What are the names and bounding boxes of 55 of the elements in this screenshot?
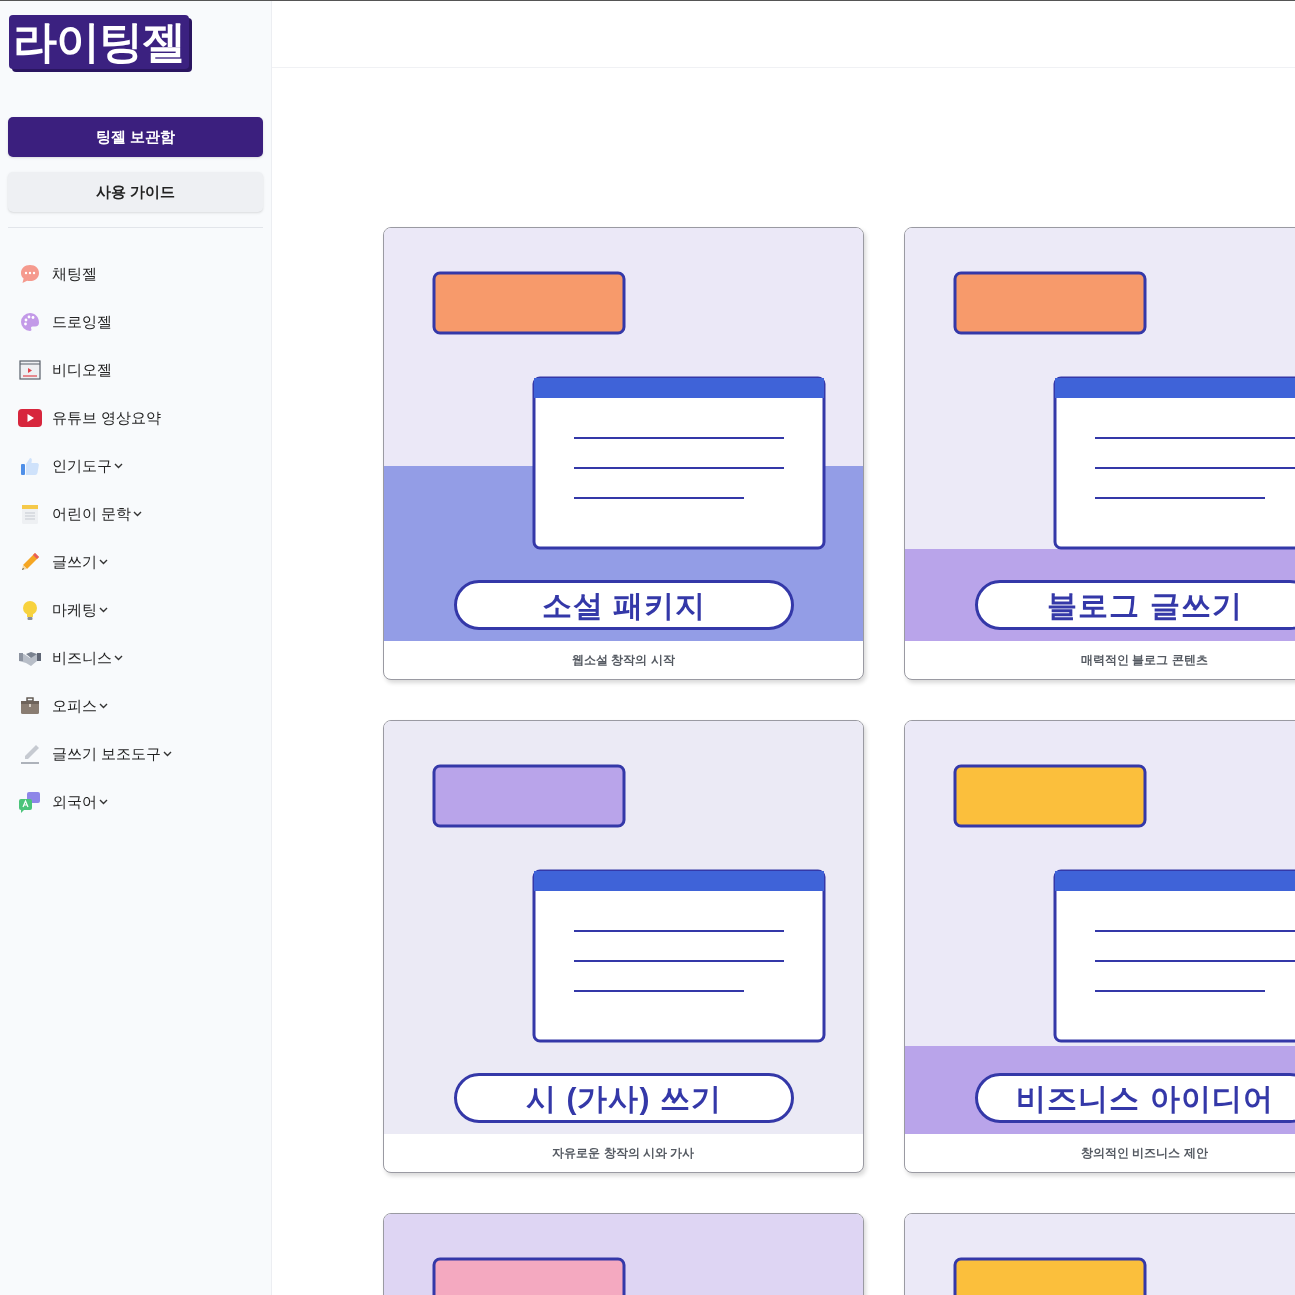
menu-label: 마케팅: [52, 599, 97, 620]
chevron-down-icon: [99, 607, 108, 613]
sidebar-button[interactable]: 사용 가이드: [8, 172, 263, 212]
menu-label: 드로잉젤: [52, 311, 112, 332]
video-player-icon: [18, 359, 42, 381]
sidebar-menu-item[interactable]: 오피스: [8, 682, 263, 730]
chevron-down-icon: [99, 703, 108, 709]
sidebar-menu-item[interactable]: 채팅젤: [8, 250, 263, 298]
chevron-down-icon: [114, 655, 123, 661]
tool-card[interactable]: 시 (가사) 쓰기 자유로운 창작의 시와 가사: [383, 720, 864, 1173]
sidebar-button[interactable]: 팅젤 보관함: [8, 117, 263, 157]
card-title-banner: 소설 패키지: [454, 580, 794, 630]
menu-label: 글쓰기 보조도구: [52, 743, 162, 764]
tool-card[interactable]: 블로그 글쓰기 매력적인 블로그 콘텐츠: [904, 227, 1295, 680]
sidebar-menu-item[interactable]: 유튜브 영상요약: [8, 394, 263, 442]
menu-label: 외국어: [52, 791, 97, 812]
chat-bubble-icon: [18, 263, 42, 285]
chevron-down-icon: [114, 463, 123, 469]
pen-line-icon: [18, 743, 42, 765]
chevron-down-icon: [133, 511, 143, 517]
sidebar-menu-item[interactable]: 외국어: [8, 778, 263, 826]
card-title-banner: 블로그 글쓰기: [975, 580, 1295, 630]
chevron-down-icon: [99, 799, 108, 805]
sidebar-menu-item[interactable]: 글쓰기: [8, 538, 263, 586]
menu-label: 어린이 문학: [52, 503, 132, 524]
play-button-icon: [18, 407, 42, 429]
sidebar-menu-item[interactable]: 비즈니스: [8, 634, 263, 682]
card-caption: 매력적인 블로그 콘텐츠: [1080, 652, 1209, 669]
sidebar-menu-item[interactable]: 어린이 문학: [8, 490, 263, 538]
menu-label: 글쓰기: [52, 551, 97, 572]
chevron-down-icon: [99, 559, 108, 565]
menu-label: 유튜브 영상요약: [52, 407, 162, 428]
sidebar-menu-item[interactable]: 마케팅: [8, 586, 263, 634]
menu-label: 비즈니스: [52, 647, 112, 668]
menu-label: 비디오젤: [52, 359, 112, 380]
thumbs-up-icon: [18, 455, 42, 477]
speech-bubbles-icon: [18, 791, 42, 813]
card-caption: 창의적인 비즈니스 제안: [1080, 1145, 1209, 1162]
sidebar-menu-item[interactable]: 인기도구: [8, 442, 263, 490]
menu-label: 오피스: [52, 695, 97, 716]
logo[interactable]: 라이팅젤: [9, 15, 189, 69]
sidebar-menu-item[interactable]: 글쓰기 보조도구: [8, 730, 263, 778]
sidebar-menu-item[interactable]: 비디오젤: [8, 346, 263, 394]
chevron-down-icon: [163, 751, 173, 757]
tool-card[interactable]: 비즈니스 아이디어 창의적인 비즈니스 제안: [904, 720, 1295, 1173]
card-title-banner: 비즈니스 아이디어: [975, 1073, 1295, 1123]
briefcase-icon: [18, 695, 42, 717]
sidebar-menu-item[interactable]: 드로잉젤: [8, 298, 263, 346]
card-title-banner: 시 (가사) 쓰기: [454, 1073, 794, 1123]
menu-label: 인기도구: [52, 455, 112, 476]
card-caption: 웹소설 창작의 시작: [571, 652, 676, 669]
menu-label: 채팅젤: [52, 263, 97, 284]
palette-icon: [18, 311, 42, 333]
tool-card[interactable]: 소설 패키지 웹소설 창작의 시작: [383, 227, 864, 680]
card-caption: 자유로운 창작의 시와 가사: [551, 1145, 696, 1162]
